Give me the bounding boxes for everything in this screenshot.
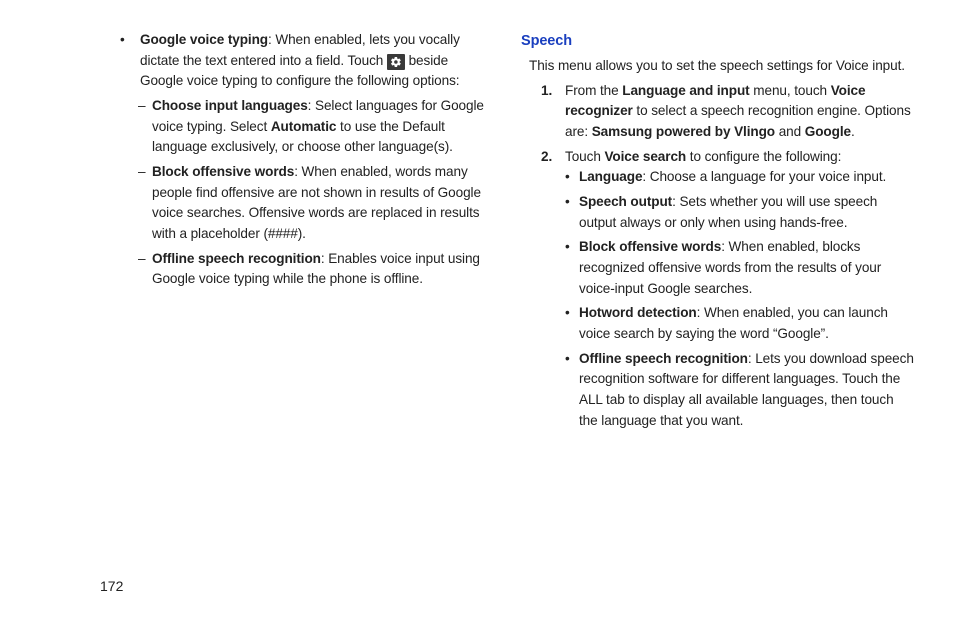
label: Block offensive words <box>579 239 721 254</box>
label: Offline speech recognition <box>152 251 321 266</box>
bullet-marker: • <box>565 303 579 344</box>
dash-marker: – <box>138 162 152 245</box>
step-2: 2. Touch Voice search to configure the f… <box>521 147 914 168</box>
step-1: 1. From the Language and input menu, tou… <box>521 81 914 143</box>
text: menu, touch <box>750 83 831 98</box>
label: Hotword detection <box>579 305 697 320</box>
dash-marker: – <box>138 96 152 158</box>
label: Block offensive words <box>152 164 294 179</box>
label: Choose input languages <box>152 98 308 113</box>
text: : Choose a language for your voice input… <box>642 169 886 184</box>
text: Touch <box>565 149 604 164</box>
item-offline-speech-recognition-r: • Offline speech recognition: Lets you d… <box>521 349 914 432</box>
right-column: Speech This menu allows you to set the s… <box>521 30 914 636</box>
bullet-marker: • <box>120 30 140 92</box>
text: to configure the following: <box>686 149 841 164</box>
speech-intro: This menu allows you to set the speech s… <box>521 56 914 77</box>
bullet-marker: • <box>565 192 579 233</box>
left-column: • Google voice typing: When enabled, let… <box>100 30 493 636</box>
voice-search-label: Voice search <box>604 149 686 164</box>
bullet-marker: • <box>565 167 579 188</box>
document-page: • Google voice typing: When enabled, let… <box>0 0 954 636</box>
google-label: Google <box>805 124 851 139</box>
label: Language <box>579 169 642 184</box>
bullet-marker: • <box>565 349 579 432</box>
bullet-marker: • <box>565 237 579 299</box>
text: From the <box>565 83 622 98</box>
dash-marker: – <box>138 249 152 290</box>
number-marker: 2. <box>541 147 565 168</box>
samsung-vlingo-label: Samsung powered by Vlingo <box>592 124 775 139</box>
speech-heading: Speech <box>521 30 914 52</box>
label: Google voice typing <box>140 32 268 47</box>
page-number: 172 <box>100 578 123 594</box>
item-language: • Language: Choose a language for your v… <box>521 167 914 188</box>
text: . <box>851 124 855 139</box>
item-google-voice-typing: • Google voice typing: When enabled, let… <box>100 30 493 92</box>
text: and <box>775 124 805 139</box>
item-hotword-detection: • Hotword detection: When enabled, you c… <box>521 303 914 344</box>
number-marker: 1. <box>541 81 565 143</box>
label: Offline speech recognition <box>579 351 748 366</box>
gear-icon <box>387 54 405 70</box>
label: Speech output <box>579 194 672 209</box>
automatic-label: Automatic <box>271 119 337 134</box>
item-block-offensive-words: – Block offensive words: When enabled, w… <box>100 162 493 245</box>
item-offline-speech-recognition: – Offline speech recognition: Enables vo… <box>100 249 493 290</box>
item-choose-input-languages: – Choose input languages: Select languag… <box>100 96 493 158</box>
item-block-offensive-words-r: • Block offensive words: When enabled, b… <box>521 237 914 299</box>
item-speech-output: • Speech output: Sets whether you will u… <box>521 192 914 233</box>
language-and-input-label: Language and input <box>622 83 749 98</box>
